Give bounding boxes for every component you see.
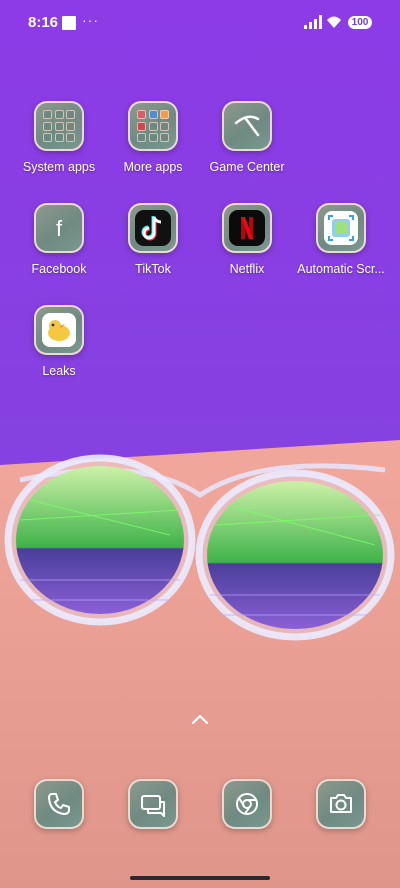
app-label: Leaks	[42, 364, 76, 378]
svg-text:f: f	[56, 216, 63, 241]
app-label: System apps	[22, 160, 96, 174]
home-indicator[interactable]	[130, 876, 270, 880]
app-more-apps[interactable]: More apps	[103, 101, 203, 174]
facebook-icon: f	[34, 203, 84, 253]
dock-chrome[interactable]	[197, 779, 297, 829]
netflix-icon	[222, 203, 272, 253]
app-game-center[interactable]: Game Center	[197, 101, 297, 174]
dock-camera[interactable]	[291, 779, 391, 829]
more-notifications-icon: ···	[82, 12, 99, 28]
leaks-icon	[34, 305, 84, 355]
chrome-icon	[222, 779, 272, 829]
signal-icon	[304, 15, 322, 29]
camera-icon	[316, 779, 366, 829]
app-label: Netflix	[229, 262, 265, 276]
folder-icon	[128, 101, 178, 151]
app-tiktok[interactable]: TikTok	[103, 203, 203, 276]
dock-phone[interactable]	[9, 779, 109, 829]
app-label: Facebook	[31, 262, 87, 276]
game-center-icon	[222, 101, 272, 151]
wifi-icon	[327, 16, 341, 28]
chevron-up-icon[interactable]	[190, 712, 210, 726]
app-label: TikTok	[135, 262, 171, 276]
status-bar: 8:16 ··· 100	[0, 0, 400, 44]
dock-messages[interactable]	[103, 779, 203, 829]
notification-square-icon	[62, 16, 76, 30]
app-netflix[interactable]: Netflix	[197, 203, 297, 276]
app-label: Automatic Scr...	[297, 262, 385, 276]
folder-icon	[34, 101, 84, 151]
app-leaks[interactable]: Leaks	[9, 305, 109, 378]
app-facebook[interactable]: f Facebook	[9, 203, 109, 276]
app-label: Game Center	[209, 160, 285, 174]
clock: 8:16	[28, 14, 59, 31]
app-system-apps[interactable]: System apps	[9, 101, 109, 174]
phone-icon	[34, 779, 84, 829]
screenshot-app-icon	[316, 203, 366, 253]
messages-icon	[128, 779, 178, 829]
app-label: More apps	[123, 160, 183, 174]
app-automatic-screenshot[interactable]: Automatic Scr...	[291, 203, 391, 276]
tiktok-icon	[128, 203, 178, 253]
battery-indicator: 100	[348, 16, 372, 29]
